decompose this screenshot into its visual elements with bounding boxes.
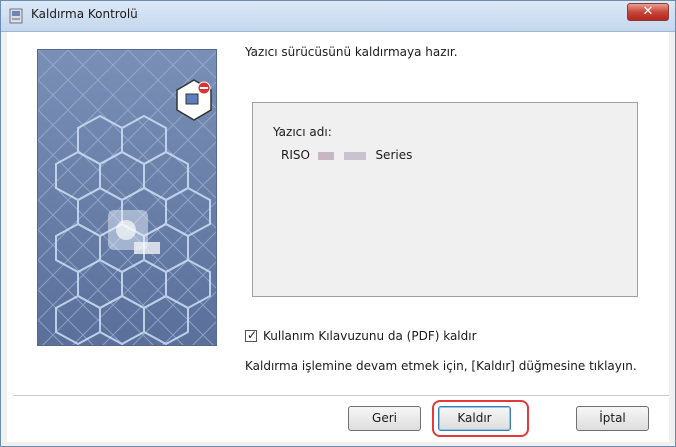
wizard-illustration: [37, 49, 217, 346]
printer-name-label: Yazıcı adı:: [273, 125, 332, 139]
dialog-content: Yazıcı sürücüsünü kaldırmaya hazır. Yazı…: [7, 32, 669, 442]
uninstall-dialog: Kaldırma Kontrolü ✕ Yazıcı sürücüsünü ka…: [0, 0, 676, 447]
close-icon: ✕: [642, 4, 654, 19]
printer-info-box: Yazıcı adı: RISO Series: [252, 102, 638, 297]
installer-icon: [9, 8, 23, 24]
instruction-text: Yazıcı sürücüsünü kaldırmaya hazır.: [245, 45, 458, 59]
printer-brand: RISO: [281, 148, 310, 162]
redacted-model-segment: [343, 151, 366, 160]
redacted-model-segment: [317, 151, 334, 160]
check-mark-icon: ✓: [247, 328, 258, 342]
remove-manual-label[interactable]: Kullanım Kılavuzunu da (PDF) kaldır: [263, 329, 477, 343]
close-button[interactable]: ✕: [627, 3, 669, 21]
window-title: Kaldırma Kontrolü: [31, 7, 138, 21]
button-separator: [13, 395, 669, 397]
hint-text: Kaldırma işlemine devam etmek için, [Kal…: [245, 359, 637, 373]
printer-name-value: RISO Series: [281, 148, 412, 162]
uninstall-button[interactable]: Kaldır: [438, 406, 511, 431]
cancel-button[interactable]: İptal: [576, 406, 649, 431]
remove-manual-checkbox[interactable]: ✓: [245, 328, 258, 342]
title-bar: Kaldırma Kontrolü ✕: [1, 1, 675, 32]
back-button[interactable]: Geri: [348, 406, 421, 431]
printer-series: Series: [375, 148, 413, 162]
